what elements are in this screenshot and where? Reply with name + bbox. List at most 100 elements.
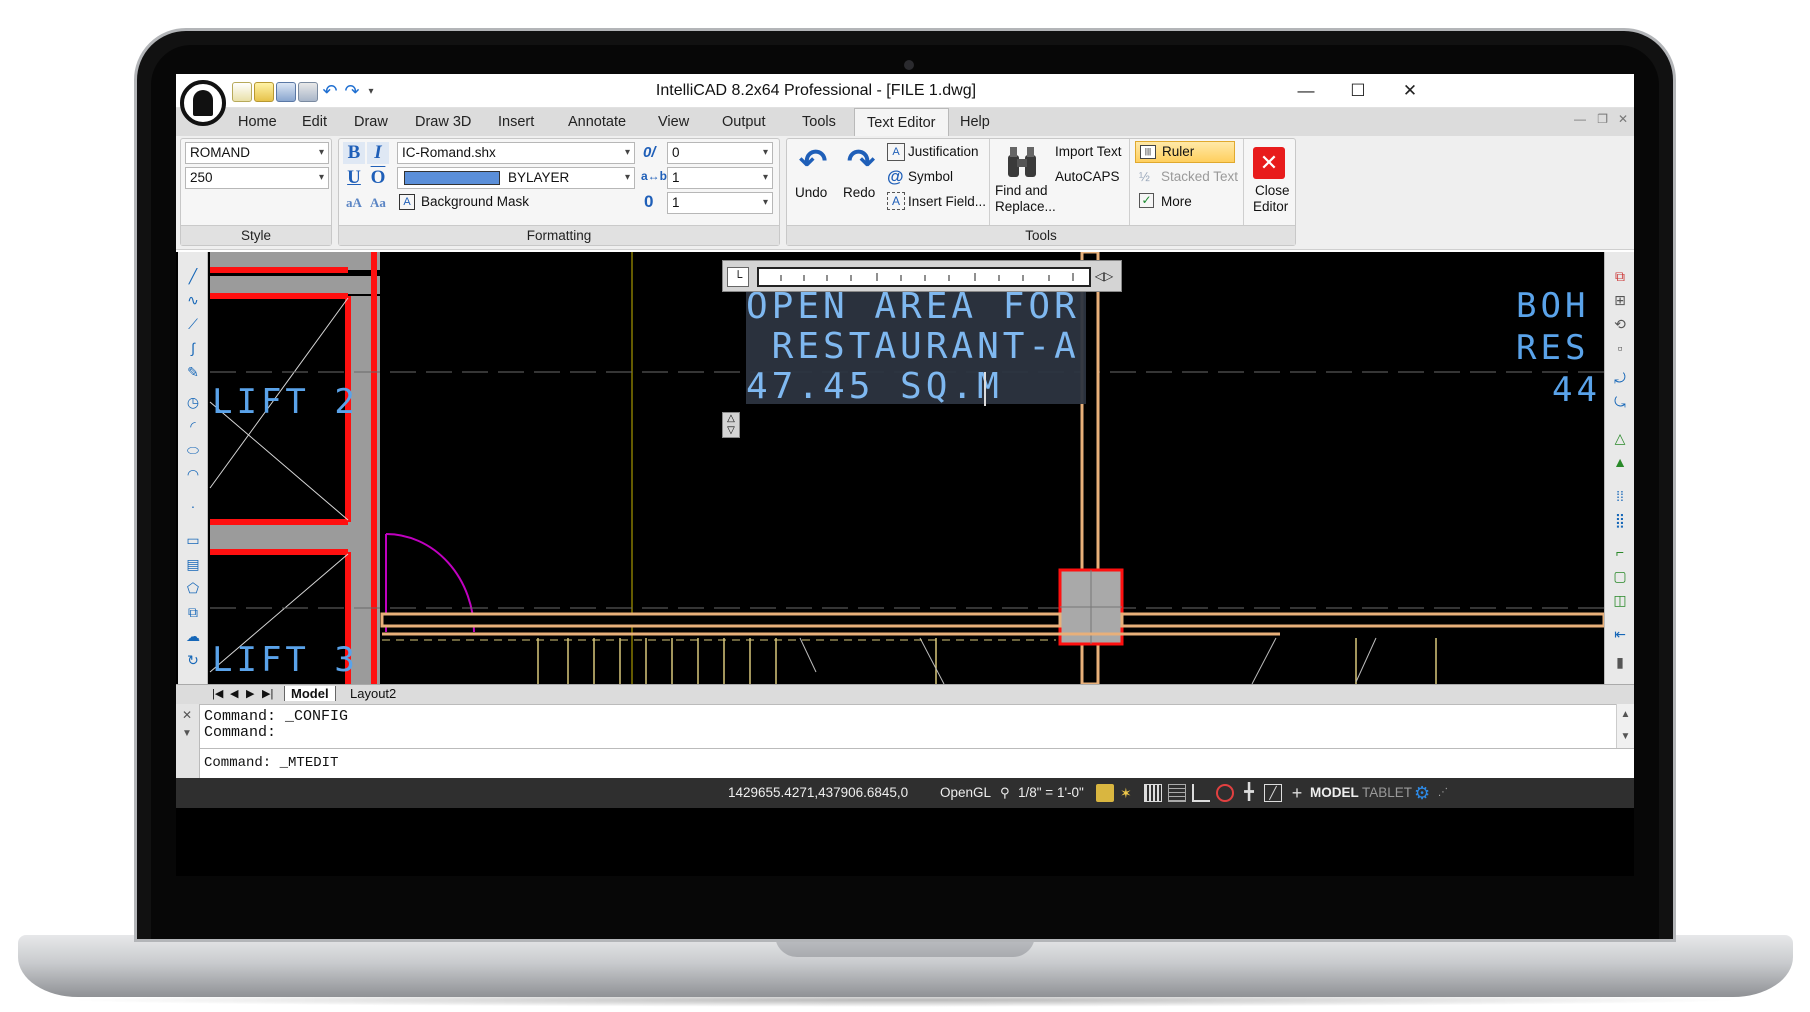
- background-mask-label[interactable]: Background Mask: [421, 194, 529, 209]
- move-tool-icon[interactable]: ⊞: [1610, 290, 1630, 310]
- close-editor-icon[interactable]: ✕: [1253, 147, 1285, 179]
- tab-draw[interactable]: Draw: [342, 108, 400, 136]
- undo-button[interactable]: Undo: [795, 185, 827, 200]
- extend-tool-icon[interactable]: ⇤: [1610, 624, 1630, 644]
- autocaps-button[interactable]: AutoCAPS: [1055, 169, 1120, 184]
- redo-button[interactable]: Redo: [843, 185, 875, 200]
- coordinates-readout[interactable]: 1429655.4271,437906.6845,0: [728, 778, 908, 808]
- break-tool-icon[interactable]: ◫: [1610, 590, 1630, 610]
- minimize-button[interactable]: —: [1280, 77, 1332, 105]
- freehand-tool-icon[interactable]: ✎: [183, 362, 203, 382]
- underline-button[interactable]: U: [343, 167, 365, 189]
- lineweight-icon[interactable]: +: [1288, 784, 1306, 802]
- tablet-toggle[interactable]: TABLET: [1362, 778, 1412, 808]
- ellipse-tool-icon[interactable]: ⬭: [183, 440, 203, 460]
- fillet-tool-icon[interactable]: ⌐: [1610, 542, 1630, 562]
- lowercase-button[interactable]: Aa: [367, 192, 389, 214]
- resize-grip-icon[interactable]: ⋰: [1438, 784, 1456, 802]
- import-text-button[interactable]: Import Text: [1055, 144, 1122, 159]
- binoculars-icon[interactable]: [1005, 145, 1039, 179]
- circle-tool-icon[interactable]: ◷: [183, 392, 203, 412]
- more-checkbox-icon[interactable]: ✓: [1139, 193, 1154, 208]
- tab-view[interactable]: View: [646, 108, 701, 136]
- snap-tracking-icon[interactable]: ╱: [1264, 784, 1282, 802]
- elliptical-arc-icon[interactable]: ◠: [183, 464, 203, 484]
- model-toggle[interactable]: MODEL: [1310, 778, 1359, 808]
- copy-tool-icon[interactable]: ⧉: [1610, 266, 1630, 286]
- snap-icon[interactable]: [1144, 784, 1162, 802]
- mtext-line-1[interactable]: OPEN AREA FOR: [746, 286, 1080, 327]
- arc-tool-icon[interactable]: ◜: [183, 416, 203, 436]
- insert-field-button[interactable]: Insert Field...: [908, 194, 986, 209]
- resize-width-icon[interactable]: ◁▷: [1089, 265, 1119, 287]
- command-input[interactable]: Command: _MTEDIT: [200, 748, 1634, 778]
- last-layout-icon[interactable]: ▶|: [262, 687, 273, 700]
- tab-help[interactable]: Help: [948, 108, 1002, 136]
- font-select[interactable]: IC-Romand.shx: [397, 142, 635, 164]
- ruler-toggle[interactable]: ||| Ruler: [1135, 141, 1235, 163]
- block-tool-icon[interactable]: ⧉: [183, 602, 203, 622]
- tab-stop-icon[interactable]: └: [727, 267, 749, 287]
- uppercase-button[interactable]: aA: [343, 192, 365, 214]
- polyline-tool-icon[interactable]: ∿: [183, 290, 203, 310]
- command-input-text[interactable]: Command: _MTEDIT: [204, 755, 338, 771]
- tab-tools[interactable]: Tools: [790, 108, 848, 136]
- close-button[interactable]: ✕: [1384, 77, 1436, 105]
- scale-tool-icon[interactable]: ▫: [1610, 338, 1630, 358]
- command-menu-icon[interactable]: ▼: [182, 728, 192, 739]
- close-editor-label-1[interactable]: Close: [1255, 183, 1290, 198]
- prev-layout-icon[interactable]: ◀: [230, 687, 238, 700]
- background-mask-icon[interactable]: A: [399, 194, 415, 210]
- ruler-bar[interactable]: [757, 267, 1091, 287]
- polar-tracking-icon[interactable]: [1216, 784, 1234, 802]
- polygon-tool-icon[interactable]: ⬠: [183, 578, 203, 598]
- resize-height-icon[interactable]: △ ▽: [722, 412, 740, 438]
- object-snap-icon[interactable]: ╋: [1240, 784, 1258, 802]
- chamfer-tool-icon[interactable]: ▢: [1610, 566, 1630, 586]
- tab-edit[interactable]: Edit: [290, 108, 339, 136]
- next-layout-icon[interactable]: ▶: [246, 687, 254, 700]
- mtext-ruler[interactable]: └ ◁▷: [722, 260, 1122, 292]
- command-close-icon[interactable]: ✕: [182, 708, 192, 722]
- tab-text-editor[interactable]: Text Editor: [854, 108, 949, 136]
- doc-close-icon[interactable]: ✕: [1618, 112, 1628, 126]
- ortho-icon[interactable]: [1192, 784, 1210, 802]
- annotation-scale[interactable]: 1/8" = 1'-0": [1018, 778, 1084, 808]
- stretch-tool-icon[interactable]: ▲: [1610, 452, 1630, 472]
- close-editor-label-2[interactable]: Editor: [1253, 199, 1288, 214]
- color-select[interactable]: BYLAYER: [397, 167, 635, 189]
- auto-scale-icon[interactable]: ✶: [1120, 784, 1138, 802]
- more-button[interactable]: More: [1161, 194, 1192, 209]
- line-tool-icon[interactable]: ╱: [183, 266, 203, 286]
- app-logo-icon[interactable]: [180, 80, 226, 126]
- grid-icon[interactable]: [1168, 784, 1186, 802]
- text-height-select[interactable]: 250: [185, 167, 329, 189]
- settings-gear-icon[interactable]: ⚙: [1414, 784, 1432, 802]
- command-scrollbar[interactable]: ▲ ▼: [1616, 704, 1634, 748]
- symbol-button[interactable]: Symbol: [908, 169, 953, 184]
- tab-home[interactable]: Home: [226, 108, 289, 136]
- overline-button[interactable]: O: [367, 167, 389, 189]
- undo-large-icon[interactable]: ↶: [795, 145, 831, 181]
- bold-button[interactable]: B: [343, 142, 365, 164]
- justification-button[interactable]: Justification: [908, 144, 979, 159]
- find-replace-label-2[interactable]: Replace...: [995, 199, 1056, 214]
- polar-array-icon[interactable]: ⣿: [1610, 510, 1630, 530]
- offset-tool-icon[interactable]: ⤾: [1610, 368, 1630, 388]
- rotate-tool-icon[interactable]: ⟲: [1610, 314, 1630, 334]
- command-panel-handle[interactable]: ✕ ▼: [176, 704, 200, 778]
- redo-large-icon[interactable]: ↷: [843, 145, 879, 181]
- tab-draw-3d[interactable]: Draw 3D: [403, 108, 483, 136]
- tracking-input[interactable]: 1: [667, 167, 773, 189]
- tab-model[interactable]: Model: [284, 686, 336, 701]
- spline-tool-icon[interactable]: ∫: [183, 338, 203, 358]
- renderer-label[interactable]: OpenGL: [940, 778, 991, 808]
- mtext-line-3[interactable]: 47.45 SQ.M: [746, 366, 1003, 407]
- tab-insert[interactable]: Insert: [486, 108, 546, 136]
- mtext-line-2[interactable]: RESTAURANT-A: [746, 326, 1080, 367]
- drawing-canvas[interactable]: LIFT 2 LIFT 3 BOH RES 44 OPEN AREA FOR R…: [176, 252, 1634, 684]
- first-layout-icon[interactable]: |◀: [212, 687, 223, 700]
- oblique-angle-input[interactable]: 0: [667, 142, 773, 164]
- tab-output[interactable]: Output: [710, 108, 778, 136]
- array-tool-icon[interactable]: ⁞⁞: [1610, 486, 1630, 506]
